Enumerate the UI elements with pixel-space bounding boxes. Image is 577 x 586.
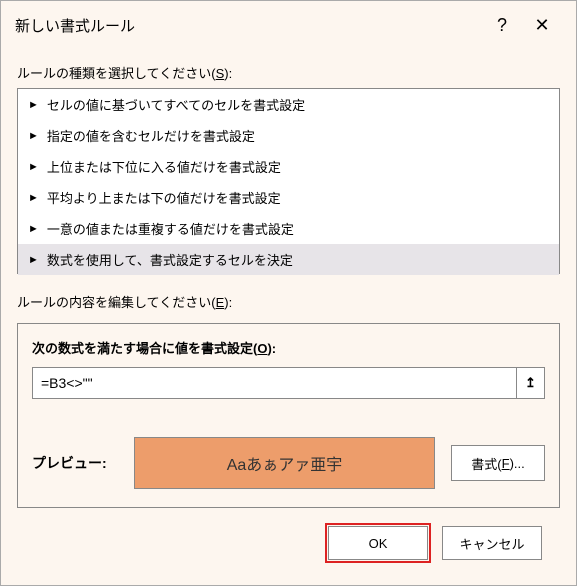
titlebar: 新しい書式ルール ? ✕ <box>1 1 576 49</box>
close-button[interactable]: ✕ <box>522 5 562 45</box>
button-row: OK キャンセル <box>17 514 560 560</box>
arrow-icon: ► <box>28 192 39 204</box>
rule-type-item[interactable]: ►平均より上または下の値だけを書式設定 <box>18 182 559 213</box>
rule-type-item[interactable]: ►数式を使用して、書式設定するセルを決定 <box>18 244 559 275</box>
preview-box: Aaあぁアァ亜宇 <box>134 437 435 489</box>
rule-type-list[interactable]: ►セルの値に基づいてすべてのセルを書式設定 ►指定の値を含むセルだけを書式設定 … <box>17 88 560 274</box>
rule-type-item[interactable]: ►セルの値に基づいてすべてのセルを書式設定 <box>18 89 559 120</box>
arrow-icon: ► <box>28 161 39 173</box>
format-button[interactable]: 書式(F)... <box>451 445 545 481</box>
arrow-icon: ► <box>28 130 39 142</box>
arrow-icon: ► <box>28 254 39 266</box>
formula-row: ↥ <box>32 367 545 399</box>
arrow-icon: ► <box>28 223 39 235</box>
new-format-rule-dialog: 新しい書式ルール ? ✕ ルールの種類を選択してください(S): ►セルの値に基… <box>0 0 577 586</box>
formula-input[interactable] <box>32 367 517 399</box>
rule-type-item[interactable]: ►一意の値または重複する値だけを書式設定 <box>18 213 559 244</box>
edit-box: 次の数式を満たす場合に値を書式設定(O): ↥ プレビュー: Aaあぁアァ亜宇 … <box>17 323 560 508</box>
formula-label: 次の数式を満たす場合に値を書式設定(O): <box>32 338 545 357</box>
cancel-button[interactable]: キャンセル <box>442 526 542 560</box>
ok-button[interactable]: OK <box>328 526 428 560</box>
help-button[interactable]: ? <box>482 5 522 45</box>
preview-label: プレビュー: <box>32 453 118 473</box>
rule-type-item[interactable]: ►上位または下位に入る値だけを書式設定 <box>18 151 559 182</box>
collapse-dialog-button[interactable]: ↥ <box>517 367 545 399</box>
collapse-icon: ↥ <box>525 375 536 391</box>
preview-row: プレビュー: Aaあぁアァ亜宇 書式(F)... <box>32 437 545 489</box>
rule-type-label: ルールの種類を選択してください(S): <box>17 63 560 82</box>
dialog-content: ルールの種類を選択してください(S): ►セルの値に基づいてすべてのセルを書式設… <box>1 49 576 585</box>
dialog-title: 新しい書式ルール <box>15 15 482 36</box>
edit-label: ルールの内容を編集してください(E): <box>17 292 560 311</box>
rule-type-item[interactable]: ►指定の値を含むセルだけを書式設定 <box>18 120 559 151</box>
arrow-icon: ► <box>28 99 39 111</box>
